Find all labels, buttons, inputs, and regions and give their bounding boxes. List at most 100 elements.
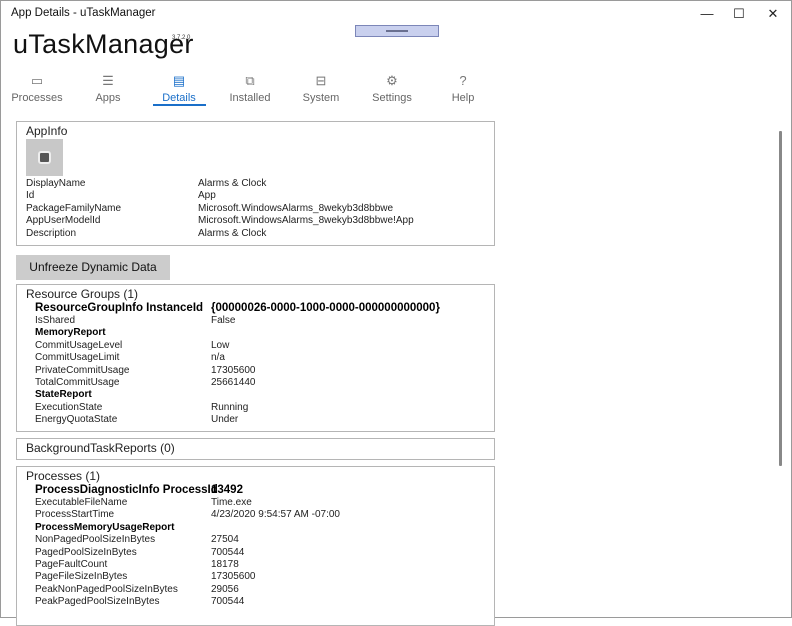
details-icon: ▤ [144,73,214,89]
table-row: PeakPagedPoolSizeInBytes700544 [17,596,494,608]
row-value: 25661440 [211,377,256,389]
row-value: 27504 [211,534,239,546]
row-key: PeakPagedPoolSizeInBytes [35,596,160,608]
row-key: PagedPoolSizeInBytes [35,547,137,559]
row-key: ExecutionState [35,402,102,414]
tab-settings[interactable]: ⚙Settings [357,73,427,104]
table-row: ExecutableFileName Time.exe [17,497,494,509]
table-row: EnergyQuotaState Under [17,414,494,426]
tab-label: Details [162,92,196,104]
table-row: NonPagedPoolSizeInBytes 27504 [17,534,494,546]
tab-label: Help [452,92,475,104]
row-key: ExecutableFileName [35,497,127,509]
row-key: Description [26,228,76,240]
row-value: {00000026-0000-1000-0000-000000000000} [211,301,440,315]
app-version: 3.7.2.0 [172,35,190,41]
minimize-button[interactable]: — [692,5,722,23]
app-title: uTaskManager [13,29,194,60]
table-row: ExecutionState Running [17,402,494,414]
tab-system[interactable]: ⊟System [286,73,356,104]
drag-handle[interactable] [355,25,439,37]
row-value: False [211,315,235,327]
row-key: ProcessStartTime [35,509,114,521]
row-key: TotalCommitUsage [35,377,119,389]
row-value: 700544 [211,547,244,559]
row-key: PrivateCommitUsage [35,365,129,377]
row-key: PackageFamilyName [26,203,121,215]
tab-processes[interactable]: ▭ Processes [2,73,72,104]
table-row: Description Alarms & Clock [17,228,494,240]
row-value: Time.exe [211,497,252,509]
table-row: MemoryReport [17,327,494,339]
row-value: 17305600 [211,365,256,377]
row-key: NonPagedPoolSizeInBytes [35,534,155,546]
table-row: PageFaultCount 18178 [17,559,494,571]
table-row: IsShared False [17,315,494,327]
tab-label: Settings [372,92,412,104]
installed-icon: ⧉ [215,73,285,89]
maximize-button[interactable]: ☐ [724,5,754,23]
help-icon: ? [428,73,498,89]
resource-groups-panel: Resource Groups (1) ResourceGroupInfo In… [16,284,495,432]
row-value: Microsoft.WindowsAlarms_8wekyb3d8bbwe [198,203,393,215]
close-button[interactable]: ✕ [758,5,788,23]
row-key: PeakNonPagedPoolSizeInBytes [35,584,178,596]
tab-label: Processes [11,92,62,104]
row-value: 17305600 [211,571,256,583]
tab-help[interactable]: ? Help [428,73,498,104]
tab-label: Installed [230,92,271,104]
tab-installed[interactable]: ⧉ Installed [215,73,285,104]
table-row: TotalCommitUsage 25661440 [17,377,494,389]
row-value: 18178 [211,559,239,571]
table-row: CommitUsageLevelLow [17,340,494,352]
background-task-header: BackgroundTaskReports (0) [17,439,494,455]
row-key: StateReport [35,389,92,401]
row-value: App [198,190,216,202]
table-row: ProcessMemoryUsageReport [17,522,494,534]
tab-label: System [303,92,340,104]
row-key: PageFaultCount [35,559,107,571]
tab-details[interactable]: ▤ Details [144,73,214,104]
table-row: PrivateCommitUsage 17305600 [17,365,494,377]
table-row: CommitUsageLimit n/a [17,352,494,364]
row-value: Low [211,340,229,352]
row-key: MemoryReport [35,327,106,339]
row-value: Microsoft.WindowsAlarms_8wekyb3d8bbwe!Ap… [198,215,414,227]
row-key: IsShared [35,315,75,327]
table-row: AppUserModelId Microsoft.WindowsAlarms_8w… [17,215,494,227]
background-task-panel: BackgroundTaskReports (0) [16,438,495,460]
vertical-scrollbar[interactable] [779,131,782,466]
row-key: EnergyQuotaState [35,414,117,426]
table-row: DisplayNameAlarms & Clock [17,178,494,190]
resource-groups-header: Resource Groups (1) [17,285,494,301]
table-row: PagedPoolSizeInBytes 700544 [17,547,494,559]
process-title-row: ProcessDiagnosticInfo ProcessId 13492 [17,483,494,497]
row-key: Id [26,190,34,202]
appinfo-panel: AppInfo DisplayNameAlarms & ClockIdAppPa… [16,121,495,246]
row-value: Alarms & Clock [198,228,266,240]
row-key: AppUserModelId [26,215,100,227]
clock-icon [38,151,51,164]
table-row: Id App [17,190,494,202]
row-value: 4/23/2020 9:54:57 AM -07:00 [211,509,340,521]
apps-icon: ☰ [73,73,143,89]
resource-group-title-row: ResourceGroupInfo InstanceId {00000026-0… [17,301,494,315]
tab-label: Apps [95,92,120,104]
processes-panel: Processes (1) ProcessDiagnosticInfo Proc… [16,466,495,626]
row-key: ProcessMemoryUsageReport [35,522,175,534]
unfreeze-dynamic-data-button[interactable]: Unfreeze Dynamic Data [16,255,170,280]
row-key: PageFileSizeInBytes [35,571,127,583]
row-value: Running [211,402,248,414]
table-row: PeakNonPagedPoolSizeInBytes29056 [17,584,494,596]
processes-icon: ▭ [2,73,72,89]
row-value: Under [211,414,238,426]
row-key: CommitUsageLimit [35,352,119,364]
row-value: 13492 [211,483,243,497]
window-title: App Details - uTaskManager [11,7,155,19]
appinfo-header: AppInfo [17,122,494,138]
table-row: PackageFamilyName Microsoft.WindowsAlarms… [17,203,494,215]
row-key: ResourceGroupInfo InstanceId [35,301,203,315]
row-value: n/a [211,352,225,364]
tab-apps[interactable]: ☰ Apps [73,73,143,104]
table-row: ProcessStartTime 4/23/2020 9:54:57 AM -07… [17,509,494,521]
